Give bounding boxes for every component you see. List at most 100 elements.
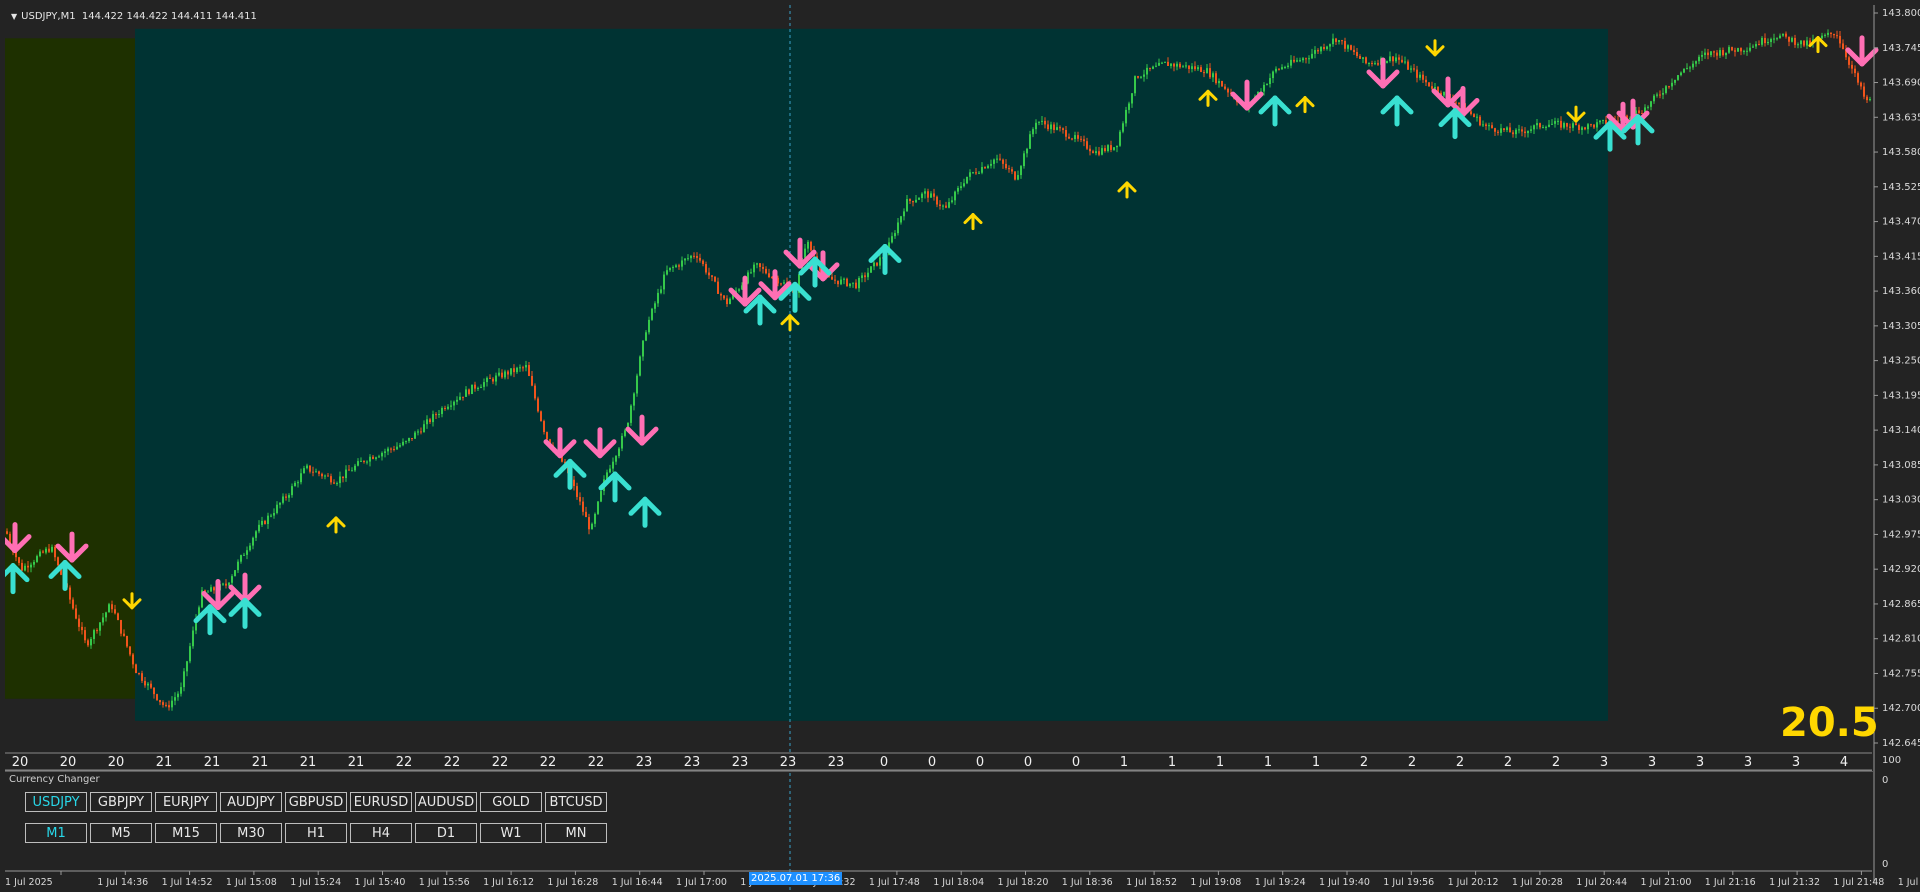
symbol-button-audusd[interactable]: AUDUSD [415,792,477,812]
candle-body [1797,44,1799,46]
candle-body [1422,74,1424,80]
timeframe-button-m5[interactable]: M5 [90,823,152,843]
candle-body [1665,86,1667,93]
symbol-button-btcusd[interactable]: BTCUSD [545,792,607,812]
candle-body [213,587,215,591]
candle-body [1116,145,1118,148]
candle-body [84,630,86,641]
timeframe-button-m30[interactable]: M30 [220,823,282,843]
timeframe-button-m1[interactable]: M1 [25,823,87,843]
timeframe-button-mn[interactable]: MN [545,823,607,843]
candle-body [1758,44,1760,46]
price-axis-label: 143.030 [1882,495,1920,506]
candle-body [363,460,365,462]
candle-body [1776,38,1778,40]
hour-label: 0 [880,755,888,770]
candle-body [585,511,587,518]
candle-body [1476,116,1478,118]
timeframe-button-h4[interactable]: H4 [350,823,412,843]
dropdown-triangle-icon[interactable]: ▼ [11,12,17,21]
candle-body [942,205,944,207]
symbol-button-audjpy[interactable]: AUDJPY [220,792,282,812]
candle-body [678,265,680,267]
candle-body [1863,86,1865,97]
candle-body [1362,57,1364,59]
candle-body [1509,127,1511,133]
candle-body [1833,34,1835,36]
candle-body [108,604,110,613]
candle-body [543,421,545,433]
candle-body [873,262,875,267]
candle-body [1287,65,1289,68]
candle-body [1734,50,1736,52]
candle-body [444,407,446,409]
candle-body [1767,42,1769,44]
candle-body [393,448,395,450]
candle-body [1137,76,1139,78]
symbol-button-eurusd[interactable]: EURUSD [350,792,412,812]
timeframe-button-h1[interactable]: H1 [285,823,347,843]
symbol-button-usdjpy[interactable]: USDJPY [25,792,87,812]
candle-body [1728,47,1730,53]
candle-body [432,414,434,423]
candle-body [465,389,467,397]
candle-body [306,465,308,469]
candle-body [1860,82,1862,87]
candle-body [684,258,686,261]
candle-body [687,258,689,260]
candle-body [498,372,500,376]
candle-body [357,461,359,466]
candle-body [51,546,53,552]
price-chart[interactable]: 143.800 143.745 143.690 143.635 143.580 143.5… [5,5,1920,890]
candle-body [1590,124,1592,126]
candle-body [1827,32,1829,35]
candle-body [1143,74,1145,77]
candle-body [1074,135,1076,140]
candle-body [1038,121,1040,123]
timeframe-button-w1[interactable]: W1 [480,823,542,843]
candle-body [1011,169,1013,172]
candle-body [951,200,953,203]
symbol-button-eurjpy[interactable]: EURJPY [155,792,217,812]
candle-body [1431,86,1433,89]
candle-body [657,292,659,304]
candle-body [666,270,668,275]
candle-body [1209,68,1211,78]
candle-body [702,260,704,265]
candle-body [1806,40,1808,46]
candle-body [915,199,917,203]
timeframe-button-m15[interactable]: M15 [155,823,217,843]
symbol-button-gbpusd[interactable]: GBPUSD [285,792,347,812]
candle-body [984,167,986,169]
candle-body [522,367,524,369]
candle-body [1152,66,1154,69]
candle-body [708,272,710,276]
symbol-button-gbpjpy[interactable]: GBPJPY [90,792,152,812]
hour-label: 0 [976,755,984,770]
hour-label: 3 [1696,755,1704,770]
candle-body [1071,138,1073,140]
symbol-button-gold[interactable]: GOLD [480,792,542,812]
candle-body [249,545,251,551]
candle-body [630,405,632,423]
hour-label: 2 [1504,755,1512,770]
candle-body [1473,114,1475,117]
candle-body [918,197,920,200]
candle-body [1839,35,1841,44]
candle-body [396,446,398,450]
timeframe-buttons: M1 M5 M15 M30 H1 H4 D1 W1 MN [25,823,607,843]
candle-body [726,298,728,305]
candle-body [1485,124,1487,127]
candle-body [1194,66,1196,70]
candle-body [783,282,785,284]
candle-body [144,680,146,686]
candle-body [450,405,452,407]
candle-body [1512,132,1514,135]
candle-body [1041,120,1043,122]
candle-body [180,687,182,694]
timeframe-button-d1[interactable]: D1 [415,823,477,843]
candle-body [336,483,338,485]
candle-body [717,281,719,294]
price-axis-label: 143.635 [1882,112,1920,123]
candle-body [1395,57,1397,62]
